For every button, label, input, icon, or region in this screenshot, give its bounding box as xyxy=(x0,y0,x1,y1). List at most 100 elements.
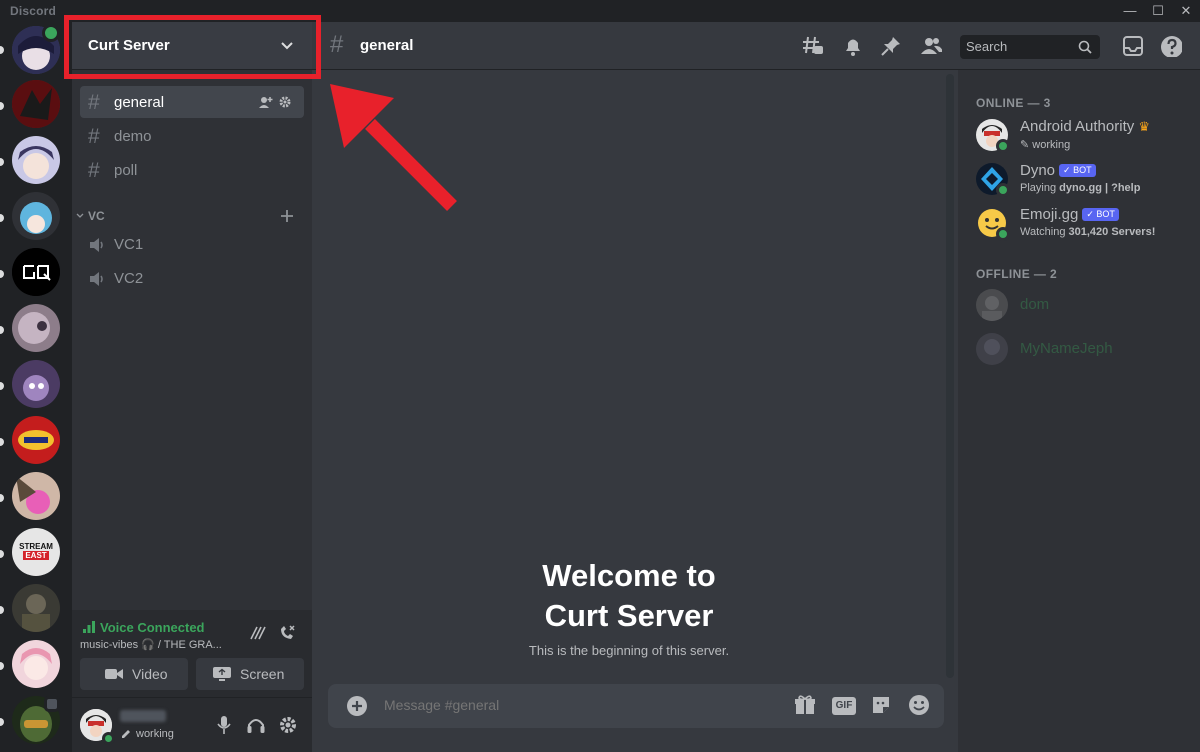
message-input[interactable] xyxy=(384,697,764,713)
face-photo-icon xyxy=(12,304,60,352)
server-icon[interactable] xyxy=(12,584,60,632)
member-list-icon[interactable] xyxy=(920,35,942,57)
online-status-dot xyxy=(996,139,1010,153)
chevron-down-icon xyxy=(76,213,84,218)
member-mynamejeph[interactable]: MyNameJeph xyxy=(966,328,1192,370)
gif-button[interactable]: GIF xyxy=(832,697,856,715)
server-icon[interactable] xyxy=(12,248,60,296)
server-icon[interactable]: STREAM EAST xyxy=(12,528,60,576)
maximize-button[interactable]: ☐ xyxy=(1148,2,1168,20)
unread-pill xyxy=(0,438,4,446)
unread-pill xyxy=(0,382,4,390)
unread-pill xyxy=(0,326,4,334)
activity-prefix: Watching xyxy=(1020,226,1069,238)
video-button[interactable]: Video xyxy=(80,658,188,690)
category-label: VC xyxy=(88,209,105,223)
add-channel-icon[interactable] xyxy=(280,209,294,223)
disconnect-call-icon[interactable] xyxy=(278,624,296,642)
bot-tag: ✓ BOT xyxy=(1059,164,1096,177)
member-name: dom xyxy=(1020,296,1050,313)
online-status-dot xyxy=(996,183,1010,197)
activity-detail: dyno.gg | ?help xyxy=(1059,182,1141,194)
pink-character-icon xyxy=(12,472,60,520)
blue-hair-icon xyxy=(12,192,60,240)
voice-channel-vc1[interactable]: VC1 xyxy=(80,228,304,260)
headphones-icon[interactable] xyxy=(246,715,266,735)
gear-icon[interactable] xyxy=(278,715,298,735)
pin-icon[interactable] xyxy=(880,35,902,57)
category-vc[interactable]: VC xyxy=(76,208,306,224)
chat-header: # general Search xyxy=(312,22,1200,70)
member-android-authority[interactable]: Android Authority ♛ ✎ working xyxy=(966,114,1192,156)
avatar xyxy=(976,289,1008,321)
anime-girl-icon xyxy=(12,136,60,184)
minimize-button[interactable]: — xyxy=(1120,2,1140,20)
bell-icon[interactable] xyxy=(842,35,864,57)
discord-window: Discord — ☐ ✕ STREAM EAST Curt Server # … xyxy=(0,0,1200,752)
channel-label: general xyxy=(114,94,165,111)
voice-channel-info[interactable]: music-vibes 🎧 / THE GRA... xyxy=(80,638,222,651)
annotation-arrow-icon xyxy=(330,84,457,211)
threads-icon[interactable] xyxy=(802,35,824,57)
bot-tag: ✓ BOT xyxy=(1082,208,1119,221)
server-icon[interactable] xyxy=(12,304,60,352)
gear-icon[interactable] xyxy=(278,95,292,109)
signal-strength-icon[interactable] xyxy=(82,620,96,634)
channel-label: VC1 xyxy=(114,236,144,253)
member-dom[interactable]: dom xyxy=(966,284,1192,326)
voice-channel-vc2[interactable]: VC2 xyxy=(80,262,304,294)
user-avatar-icon xyxy=(976,289,1008,321)
server-icon[interactable] xyxy=(12,80,60,128)
inbox-icon[interactable] xyxy=(1122,35,1144,57)
member-activity: Watching 301,420 Servers! xyxy=(1020,226,1155,238)
pencil-icon: ✎ xyxy=(1020,139,1033,151)
annotation-highlight-box xyxy=(64,15,321,79)
server-icon[interactable] xyxy=(12,416,60,464)
microphone-icon[interactable] xyxy=(216,715,232,735)
scrollbar[interactable] xyxy=(946,74,954,678)
emoji-icon[interactable] xyxy=(908,694,930,716)
search-placeholder: Search xyxy=(966,39,1008,54)
channel-poll[interactable]: # poll xyxy=(80,154,304,186)
member-name-text: Emoji.gg xyxy=(1020,206,1079,223)
voice-connection-panel: Voice Connected music-vibes 🎧 / THE GRA.… xyxy=(72,610,312,698)
member-emoji-gg[interactable]: Emoji.gg ✓ BOT Watching 301,420 Servers! xyxy=(966,202,1192,244)
online-status-dot xyxy=(996,227,1010,241)
soldier-icon xyxy=(12,584,60,632)
username-redacted[interactable] xyxy=(120,710,166,722)
server-icon[interactable] xyxy=(12,192,60,240)
noise-suppression-icon[interactable] xyxy=(248,624,266,642)
server-icon[interactable] xyxy=(12,136,60,184)
member-name: MyNameJeph xyxy=(1020,340,1113,357)
add-attachment-icon[interactable] xyxy=(346,695,368,717)
unread-pill xyxy=(0,718,4,726)
dragon-icon xyxy=(12,80,60,128)
speaker-icon xyxy=(90,238,103,252)
channel-demo[interactable]: # demo xyxy=(80,120,304,152)
close-button[interactable]: ✕ xyxy=(1176,2,1196,20)
screen-share-button[interactable]: Screen xyxy=(196,658,304,690)
sticker-icon[interactable] xyxy=(870,694,892,716)
search-input[interactable]: Search xyxy=(960,35,1100,59)
member-name-text: Android Authority xyxy=(1020,118,1135,135)
member-name: Android Authority ♛ xyxy=(1020,118,1150,135)
screen-label: Screen xyxy=(240,666,285,682)
stream-east-logo-text: STREAM EAST xyxy=(15,542,57,560)
hash-icon: # xyxy=(330,31,344,58)
server-icon[interactable] xyxy=(12,472,60,520)
video-label: Video xyxy=(132,666,168,682)
help-icon[interactable] xyxy=(1160,35,1182,57)
voice-status[interactable]: Voice Connected xyxy=(100,620,205,635)
member-dyno[interactable]: Dyno ✓ BOT Playing dyno.gg | ?help xyxy=(966,158,1192,200)
gift-icon[interactable] xyxy=(794,694,816,716)
welcome-line-2: Curt Server xyxy=(544,598,714,633)
server-icon[interactable] xyxy=(12,360,60,408)
unread-pill xyxy=(0,158,4,166)
user-avatar-icon xyxy=(976,333,1008,365)
channel-general[interactable]: # general xyxy=(80,86,304,118)
screen-share-icon xyxy=(213,667,231,681)
hash-icon: # xyxy=(88,159,100,182)
channel-label: demo xyxy=(114,128,152,145)
server-icon[interactable] xyxy=(12,640,60,688)
invite-member-icon[interactable] xyxy=(258,95,274,109)
